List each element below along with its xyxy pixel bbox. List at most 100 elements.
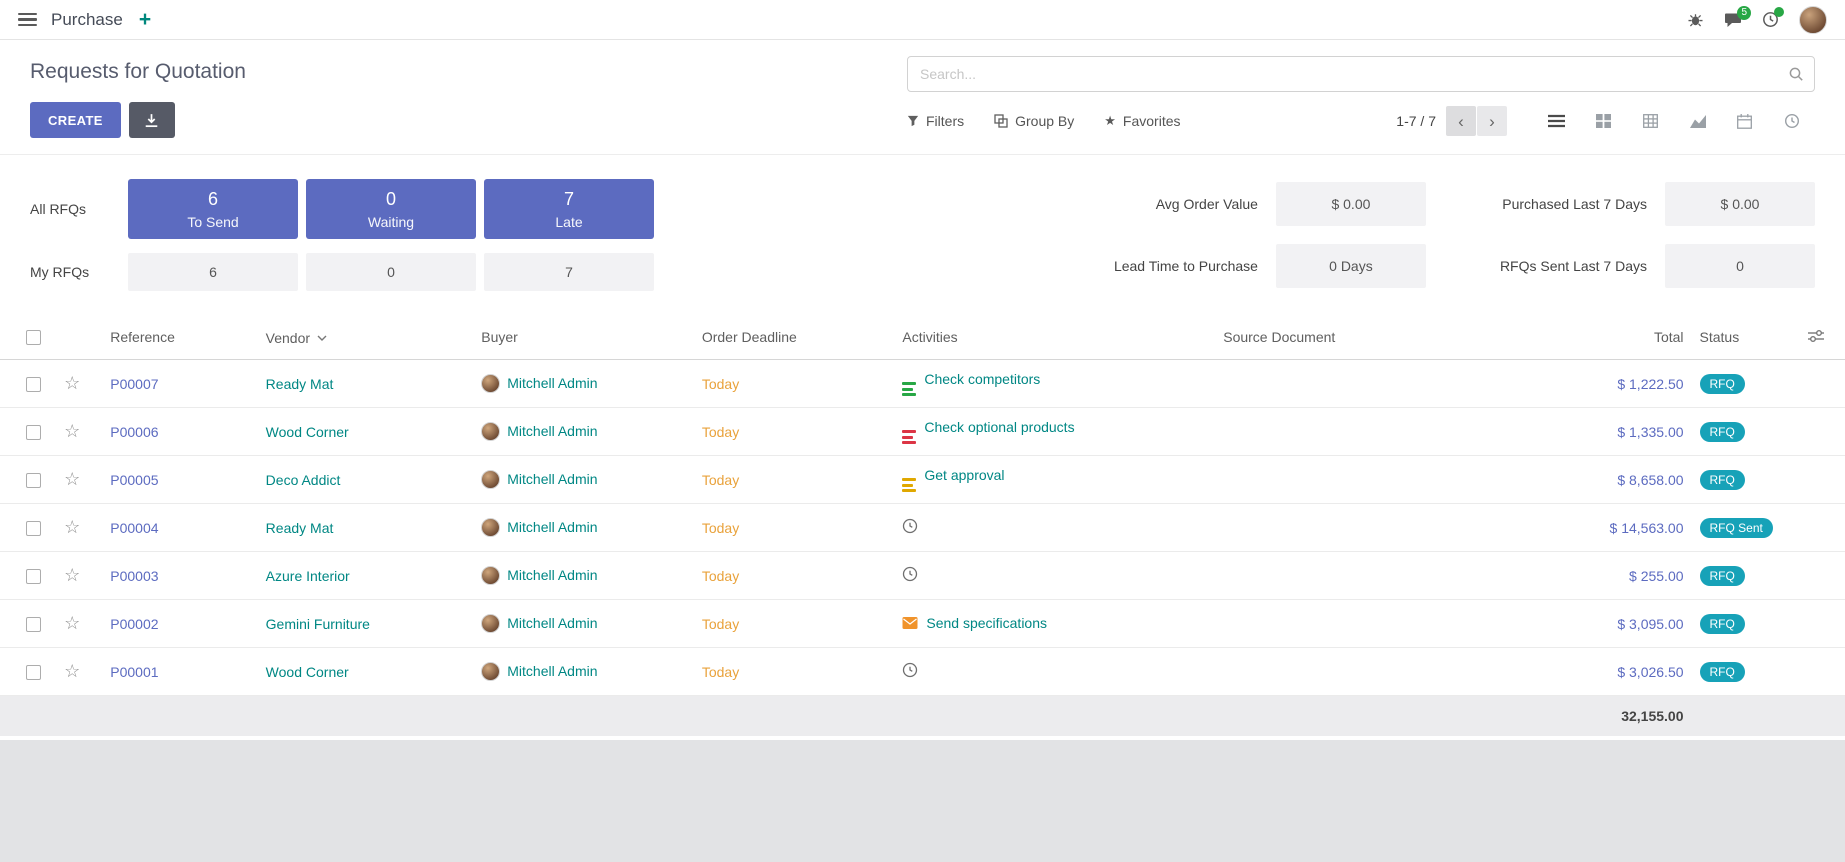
pager-next-button[interactable]: ›	[1477, 106, 1507, 136]
activity-clock-icon[interactable]	[902, 569, 918, 585]
table-row[interactable]: ☆ P00007 Ready Mat Mitchell Admin Today …	[0, 360, 1845, 408]
buyer-link[interactable]: Mitchell Admin	[507, 567, 597, 583]
optional-columns-button[interactable]	[1800, 315, 1845, 360]
vendor-link[interactable]: Wood Corner	[266, 664, 349, 680]
activity-link[interactable]: Check competitors	[924, 371, 1040, 387]
header-source-document[interactable]: Source Document	[1215, 315, 1471, 360]
activity-clock-icon[interactable]	[902, 665, 918, 681]
vendor-link[interactable]: Ready Mat	[266, 376, 334, 392]
reference-link[interactable]: P00006	[110, 424, 158, 440]
table-row[interactable]: ☆ P00001 Wood Corner Mitchell Admin Toda…	[0, 648, 1845, 696]
favorite-star-icon[interactable]: ☆	[64, 613, 80, 633]
header-status[interactable]: Status	[1692, 315, 1800, 360]
view-pivot-button[interactable]	[1627, 105, 1674, 137]
vendor-link[interactable]: Deco Addict	[266, 472, 341, 488]
view-kanban-button[interactable]	[1580, 105, 1627, 137]
reference-link[interactable]: P00003	[110, 568, 158, 584]
debug-bug-icon[interactable]	[1687, 11, 1704, 28]
group-by-icon	[994, 114, 1008, 128]
favorite-star-icon[interactable]: ☆	[64, 517, 80, 537]
vendor-link[interactable]: Ready Mat	[266, 520, 334, 536]
favorite-star-icon[interactable]: ☆	[64, 421, 80, 441]
reference-link[interactable]: P00004	[110, 520, 158, 536]
view-activity-button[interactable]	[1768, 105, 1815, 137]
vendor-link[interactable]: Wood Corner	[266, 424, 349, 440]
buyer-link[interactable]: Mitchell Admin	[507, 615, 597, 631]
header-activities[interactable]: Activities	[894, 315, 1215, 360]
activity-link[interactable]: Check optional products	[924, 419, 1074, 435]
vendor-link[interactable]: Azure Interior	[266, 568, 350, 584]
plus-icon[interactable]: +	[139, 9, 151, 30]
search-icon[interactable]	[1788, 66, 1804, 87]
activity-link[interactable]: Send specifications	[926, 615, 1047, 631]
messages-icon[interactable]: 5	[1724, 12, 1742, 28]
header-total[interactable]: Total	[1471, 315, 1692, 360]
activity-tasks-icon[interactable]	[902, 478, 916, 491]
activities-clock-icon[interactable]	[1762, 11, 1779, 28]
header-order-deadline[interactable]: Order Deadline	[694, 315, 895, 360]
activity-tasks-icon[interactable]	[902, 430, 916, 443]
reference-link[interactable]: P00002	[110, 616, 158, 632]
reference-link[interactable]: P00005	[110, 472, 158, 488]
row-checkbox[interactable]	[26, 425, 41, 440]
view-calendar-button[interactable]	[1721, 105, 1768, 137]
row-checkbox[interactable]	[26, 569, 41, 584]
all-waiting-tile[interactable]: 0 Waiting	[306, 179, 476, 239]
buyer-link[interactable]: Mitchell Admin	[507, 663, 597, 679]
my-late-tile[interactable]: 7	[484, 253, 654, 291]
table-row[interactable]: ☆ P00005 Deco Addict Mitchell Admin Toda…	[0, 456, 1845, 504]
header-reference[interactable]: Reference	[102, 315, 257, 360]
buyer-link[interactable]: Mitchell Admin	[507, 423, 597, 439]
reference-link[interactable]: P00007	[110, 376, 158, 392]
activity-clock-icon[interactable]	[902, 521, 918, 537]
source-document-cell	[1215, 408, 1471, 456]
order-deadline-value: Today	[702, 616, 739, 632]
all-late-tile[interactable]: 7 Late	[484, 179, 654, 239]
favorite-star-icon[interactable]: ☆	[64, 661, 80, 681]
pager-previous-button[interactable]: ‹	[1446, 106, 1476, 136]
select-all-checkbox[interactable]	[26, 330, 41, 345]
view-graph-button[interactable]	[1674, 105, 1721, 137]
search-input[interactable]	[907, 56, 1815, 92]
row-checkbox[interactable]	[26, 377, 41, 392]
user-avatar[interactable]	[1799, 6, 1827, 34]
table-row[interactable]: ☆ P00003 Azure Interior Mitchell Admin T…	[0, 552, 1845, 600]
activity-tasks-icon[interactable]	[902, 382, 916, 395]
favorite-star-icon[interactable]: ☆	[64, 565, 80, 585]
favorite-star-icon[interactable]: ☆	[64, 373, 80, 393]
table-row[interactable]: ☆ P00004 Ready Mat Mitchell Admin Today …	[0, 504, 1845, 552]
view-list-button[interactable]	[1533, 105, 1580, 137]
buyer-link[interactable]: Mitchell Admin	[507, 471, 597, 487]
buyer-link[interactable]: Mitchell Admin	[507, 519, 597, 535]
calendar-view-icon	[1737, 114, 1752, 129]
all-to-send-tile[interactable]: 6 To Send	[128, 179, 298, 239]
row-checkbox[interactable]	[26, 521, 41, 536]
table-row[interactable]: ☆ P00002 Gemini Furniture Mitchell Admin…	[0, 600, 1845, 648]
my-to-send-tile[interactable]: 6	[128, 253, 298, 291]
reference-link[interactable]: P00001	[110, 664, 158, 680]
my-waiting-tile[interactable]: 0	[306, 253, 476, 291]
group-by-button[interactable]: Group By	[994, 113, 1074, 129]
favorite-star-icon[interactable]: ☆	[64, 469, 80, 489]
view-switcher	[1533, 105, 1815, 137]
vendor-link[interactable]: Gemini Furniture	[266, 616, 370, 632]
row-checkbox[interactable]	[26, 665, 41, 680]
row-checkbox[interactable]	[26, 473, 41, 488]
rfq-list-table: Reference Vendor Buyer Order Deadline Ac…	[0, 315, 1845, 736]
export-button[interactable]	[129, 102, 175, 138]
total-value: $ 3,026.50	[1617, 664, 1683, 680]
apps-menu-icon[interactable]	[18, 13, 37, 27]
table-row[interactable]: ☆ P00006 Wood Corner Mitchell Admin Toda…	[0, 408, 1845, 456]
header-vendor[interactable]: Vendor	[258, 315, 474, 360]
buyer-link[interactable]: Mitchell Admin	[507, 375, 597, 391]
activity-email-icon[interactable]	[902, 616, 918, 632]
header-buyer[interactable]: Buyer	[473, 315, 694, 360]
create-button[interactable]: CREATE	[30, 102, 121, 138]
app-title[interactable]: Purchase	[51, 10, 123, 30]
filters-button[interactable]: Filters	[907, 113, 964, 129]
favorites-button[interactable]: ★ Favorites	[1104, 113, 1180, 129]
activity-link[interactable]: Get approval	[924, 467, 1004, 483]
source-document-cell	[1215, 552, 1471, 600]
control-panel: Requests for Quotation CREATE Filte	[0, 40, 1845, 154]
row-checkbox[interactable]	[26, 617, 41, 632]
